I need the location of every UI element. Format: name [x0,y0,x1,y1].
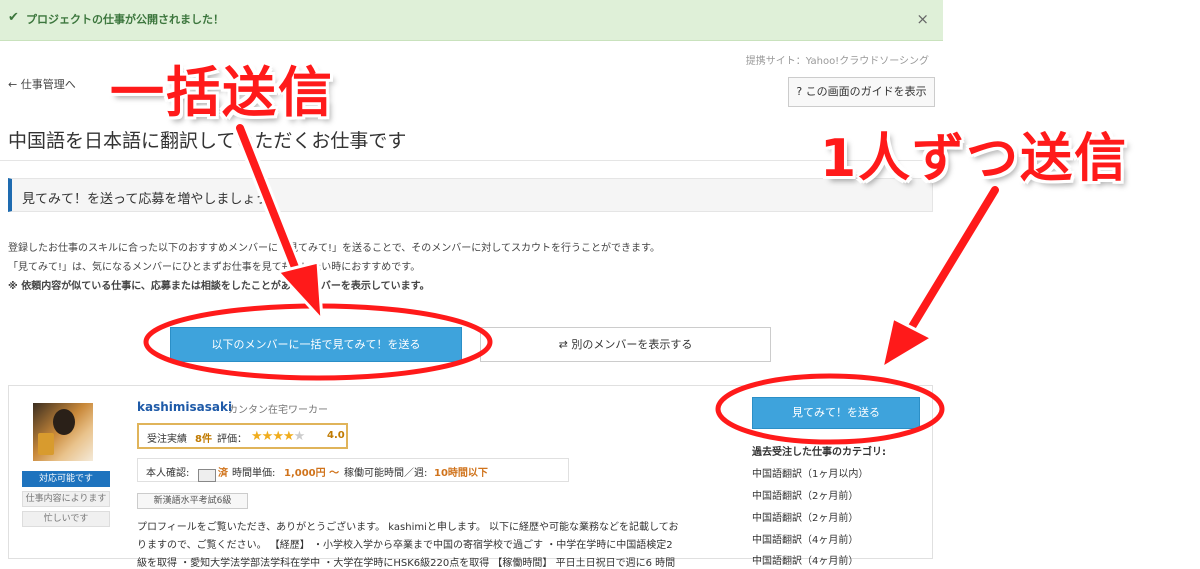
annotation-bulk: 一括送信 [110,61,334,124]
bulk-arrow [233,121,324,325]
single-arrow [879,183,1002,372]
annotation-single: 1人ずつ送信 [820,129,1129,189]
single-highlight-ellipse [715,373,945,445]
